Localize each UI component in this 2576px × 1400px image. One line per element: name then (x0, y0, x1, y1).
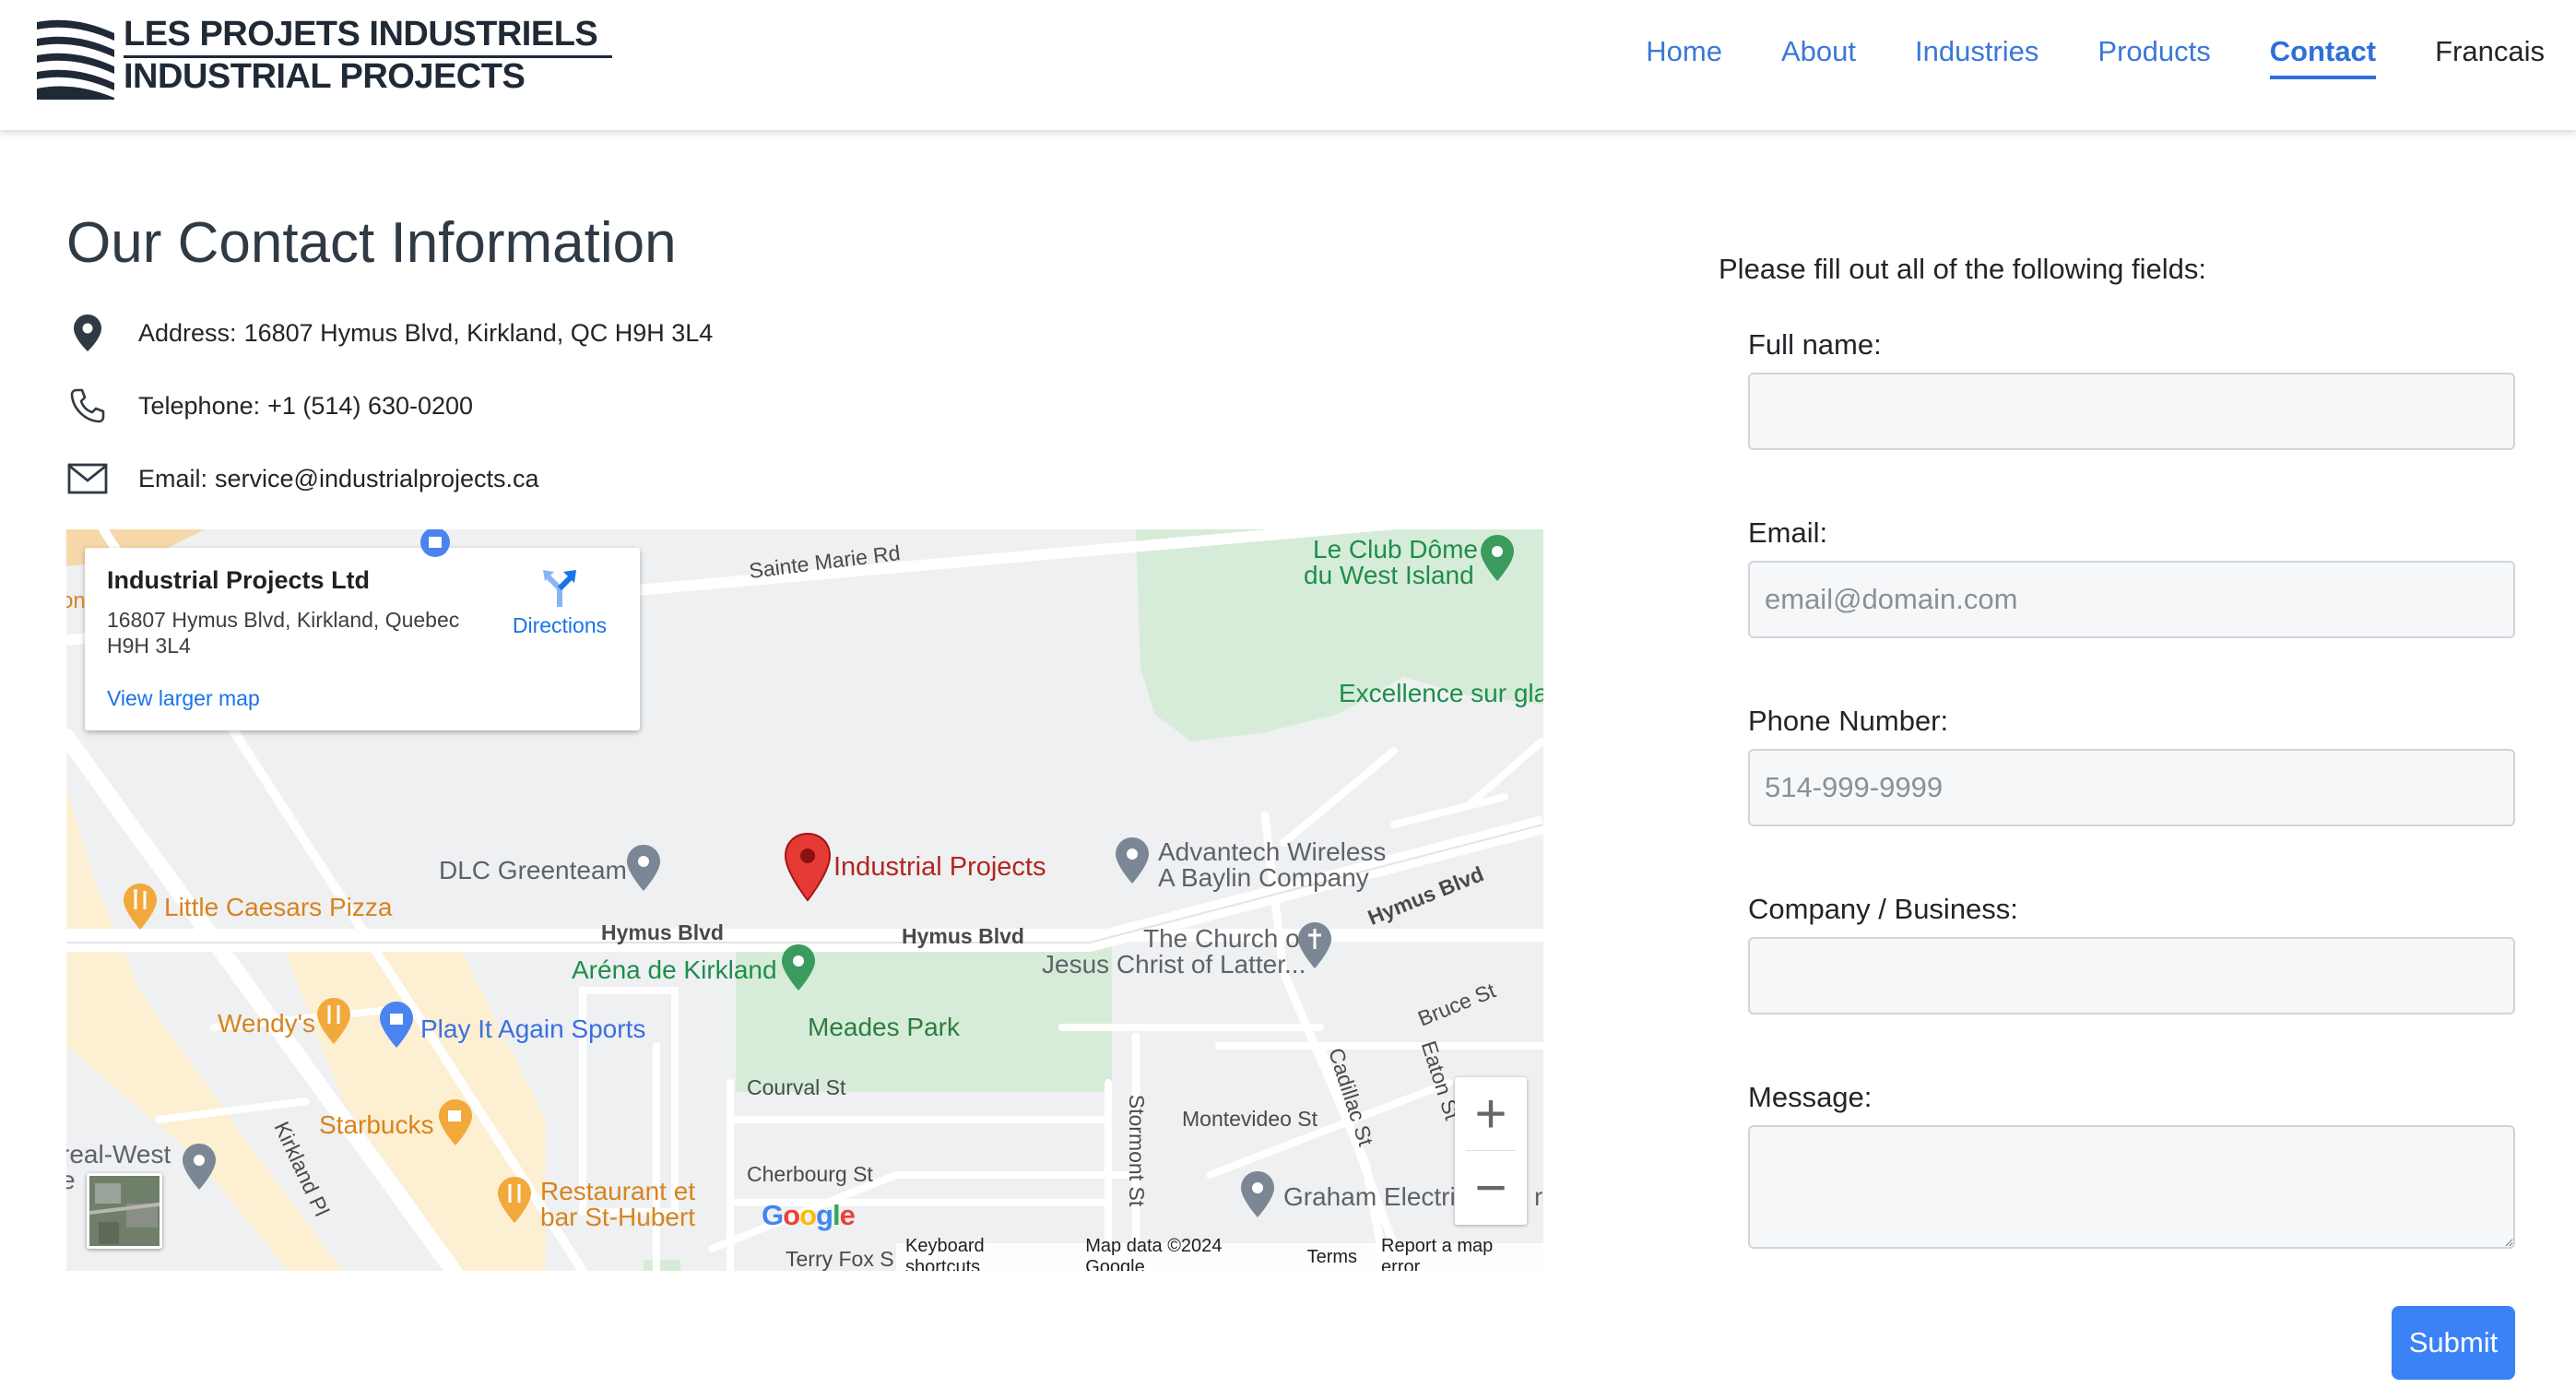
email-value[interactable]: service@industrialprojects.ca (215, 465, 539, 493)
address-value: 16807 Hymus Blvd, Kirkland, QC H9H 3L4 (243, 318, 714, 347)
form-instructions: Please fill out all of the following fie… (1719, 253, 2207, 285)
map-road-label: Hymus Blvd (902, 924, 1024, 948)
arena-marker-icon[interactable] (780, 943, 817, 992)
map-marker-icon[interactable] (1239, 1169, 1276, 1219)
logo-stripes-icon (37, 19, 114, 100)
map-poi-label: Jesus Christ of Latter... (1042, 950, 1306, 979)
map-marker-main-icon[interactable] (782, 832, 833, 902)
map-poi-label: r (1534, 1182, 1543, 1211)
map-road-label: Hymus Blvd (601, 920, 724, 944)
page-title: Our Contact Information (66, 211, 677, 275)
phone-input[interactable] (1748, 749, 2515, 826)
zoom-out-button[interactable]: − (1455, 1151, 1527, 1225)
report-error-link[interactable]: Report a map error (1381, 1236, 1534, 1271)
email-label: Email: (138, 464, 208, 492)
zoom-in-button[interactable]: + (1455, 1077, 1527, 1151)
logo-text-english: INDUSTRIAL PROJECTS (124, 57, 526, 96)
map-poi-label: Meades Park (808, 1013, 960, 1041)
map-marker-icon[interactable] (625, 843, 662, 893)
directions-button[interactable]: Directions (500, 566, 620, 638)
map-poi-label: Starbucks (319, 1110, 434, 1139)
site-header: LES PROJETS INDUSTRIELS INDUSTRIAL PROJE… (0, 0, 2576, 131)
nav-about[interactable]: About (1781, 35, 1856, 76)
keyboard-shortcuts-link[interactable]: Keyboard shortcuts (905, 1236, 1061, 1271)
email-row: Email: service@industrialprojects.ca (66, 457, 539, 500)
map-road-label: Terry Fox S (786, 1247, 894, 1271)
satellite-thumbnail-icon (89, 1176, 160, 1246)
main-nav: Home About Industries Products Contact F… (1587, 35, 2545, 79)
directions-icon (543, 570, 576, 607)
directions-label: Directions (512, 613, 608, 637)
company-input[interactable] (1748, 937, 2515, 1014)
sports-marker-icon[interactable] (1479, 533, 1516, 583)
map-poi-label: du West Island (1304, 561, 1474, 589)
map-poi-label: bar St-Hubert (540, 1203, 696, 1231)
restaurant-marker-icon[interactable] (496, 1175, 533, 1225)
map-poi-label: Little Caesars Pizza (164, 893, 393, 921)
map-zoom-controls: + − (1455, 1077, 1527, 1225)
site-logo[interactable]: LES PROJETS INDUSTRIELS INDUSTRIAL PROJE… (37, 15, 612, 100)
telephone-row: Telephone: +1 (514) 630-0200 (66, 385, 473, 427)
language-toggle[interactable]: Francais (2435, 35, 2545, 76)
map-poi-label: e (66, 1166, 76, 1194)
map-pin-icon (66, 312, 109, 354)
map-info-card: Industrial Projects Ltd 16807 Hymus Blvd… (85, 548, 640, 730)
map-poi-label: Wendy's (218, 1009, 315, 1038)
map-poi-label: Aréna de Kirkland (572, 955, 777, 984)
map-poi-label: A Baylin Company (1158, 863, 1369, 892)
embedded-map[interactable]: Industrial Projects Ltd 16807 Hymus Blvd… (66, 529, 1543, 1271)
map-poi-label: DLC Greenteam (439, 856, 627, 884)
map-poi-label: on (66, 588, 86, 613)
shopping-marker-icon[interactable] (378, 1000, 415, 1050)
map-marker-icon[interactable] (1114, 836, 1151, 885)
telephone-value[interactable]: +1 (514) 630-0200 (267, 392, 473, 421)
map-poi-label: Excellence sur gla (1339, 679, 1543, 707)
envelope-icon (66, 457, 109, 500)
full-name-label: Full name: (1748, 328, 1882, 361)
view-larger-map-link[interactable]: View larger map (107, 686, 260, 711)
full-name-input[interactable] (1748, 373, 2515, 450)
email-input[interactable] (1748, 561, 2515, 638)
church-marker-icon[interactable] (1296, 920, 1333, 970)
terms-link[interactable]: Terms (1307, 1247, 1357, 1268)
map-data-text: Map data ©2024 Google (1085, 1236, 1223, 1271)
nav-industries[interactable]: Industries (1915, 35, 2038, 76)
phone-icon (66, 385, 109, 427)
map-place-address: 16807 Hymus Blvd, Kirkland, Quebec H9H 3… (107, 608, 460, 658)
nav-contact[interactable]: Contact (2269, 35, 2377, 79)
restaurant-marker-icon[interactable] (315, 996, 352, 1046)
telephone-label: Telephone: (138, 391, 261, 420)
map-road-label: Cherbourg St (747, 1162, 873, 1186)
map-poi-label: Graham Electri (1283, 1182, 1456, 1211)
nav-products[interactable]: Products (2097, 35, 2210, 76)
submit-button[interactable]: Submit (2392, 1306, 2515, 1380)
map-poi-label: real-West (66, 1140, 171, 1169)
google-logo: Google (762, 1199, 856, 1231)
map-road-label: Courval St (747, 1075, 846, 1099)
cafe-marker-icon[interactable] (437, 1097, 474, 1147)
shopping-marker-icon[interactable] (417, 529, 454, 564)
map-place-name: Industrial Projects Ltd (107, 566, 371, 594)
message-label: Message: (1748, 1081, 1873, 1113)
logo-text-french: LES PROJETS INDUSTRIELS (124, 15, 598, 53)
map-marker-icon[interactable] (181, 1142, 218, 1192)
email-field-label: Email: (1748, 516, 1828, 549)
map-attribution-bar: Keyboard shortcuts Map data ©2024 Google… (896, 1236, 1543, 1271)
company-label: Company / Business: (1748, 893, 2018, 925)
address-label: Address: (138, 318, 237, 347)
map-poi-label: Play It Again Sports (420, 1014, 646, 1043)
satellite-toggle-button[interactable] (87, 1173, 162, 1249)
nav-home[interactable]: Home (1646, 35, 1722, 76)
map-road-label: Montevideo St (1182, 1107, 1318, 1131)
map-road-label: Stormont St (1125, 1094, 1150, 1207)
address-row: Address: 16807 Hymus Blvd, Kirkland, QC … (66, 312, 713, 354)
restaurant-marker-icon[interactable] (122, 882, 159, 931)
map-poi-label-main: Industrial Projects (833, 852, 1046, 882)
phone-label: Phone Number: (1748, 705, 1949, 737)
message-textarea[interactable] (1748, 1125, 2515, 1249)
